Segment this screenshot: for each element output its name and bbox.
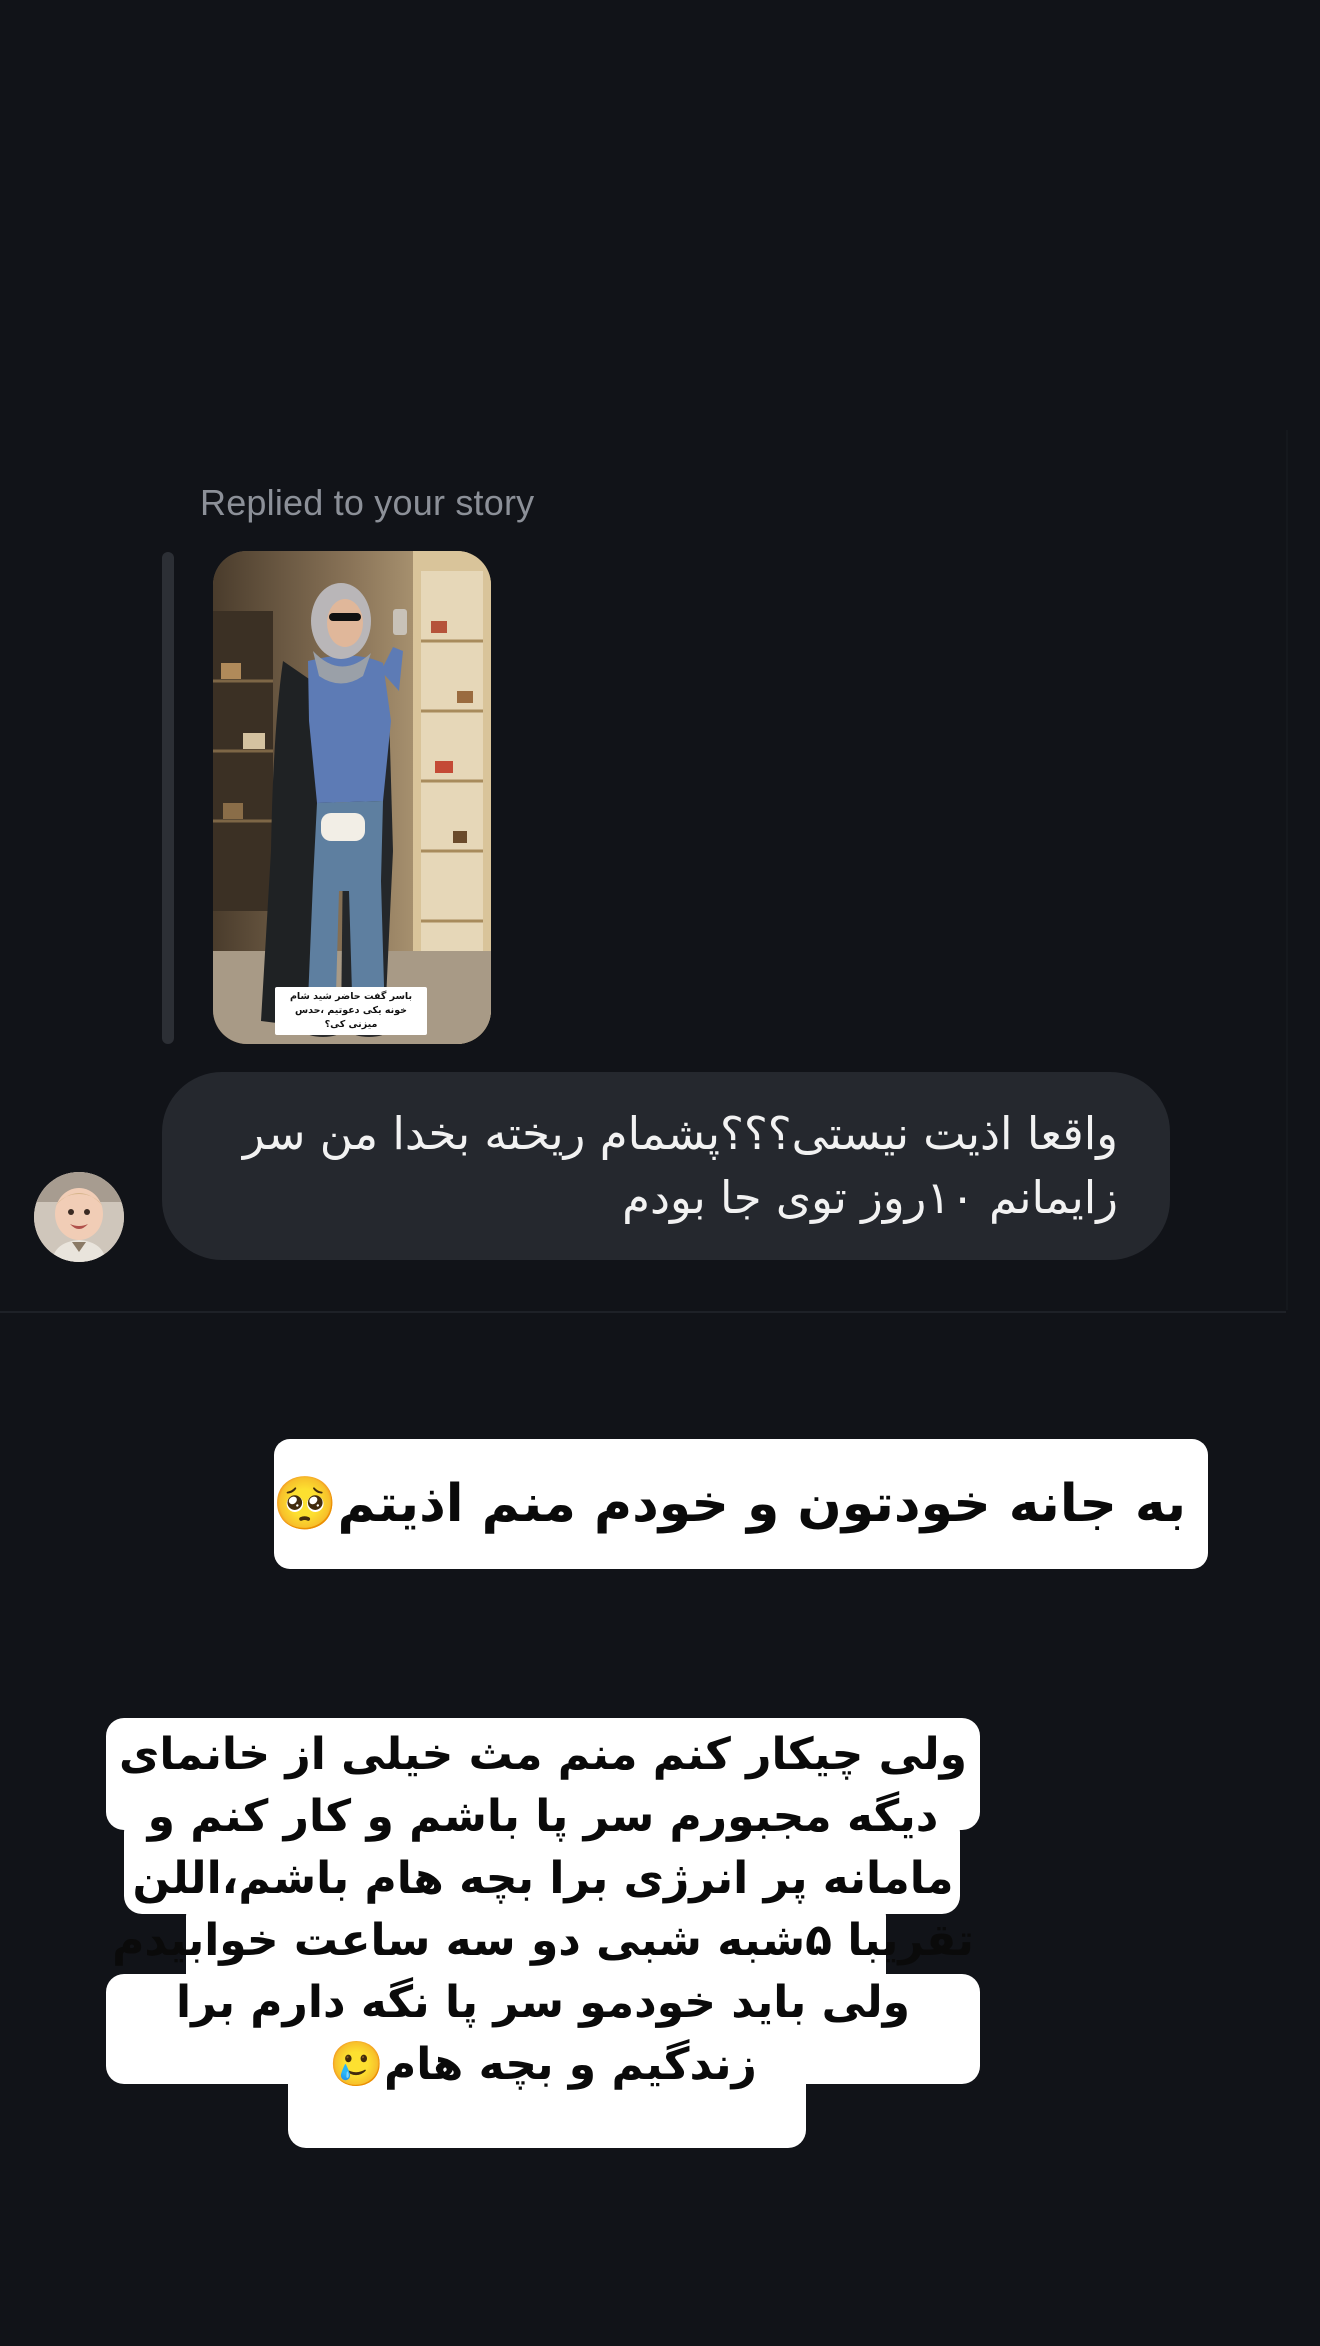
story-photo [213,551,491,1044]
story-thumbnail[interactable]: باسر گفت حاضر شید شام خونه یکی دعوتیم ،ح… [213,551,491,1044]
dm-thread-screen: Replied to your story باسر گفت حاضر شید … [0,0,1320,2346]
text-sticker-first: به جانه خودتون و خودم منم اذیتم🥺 [272,1439,1208,1569]
section-divider [0,1311,1286,1313]
text-sticker-second-text: ولی چیکار کنم منم مث خیلی از خانمای دیگه… [112,1729,974,2090]
story-caption: باسر گفت حاضر شید شام خونه یکی دعوتیم ،ح… [275,987,427,1035]
received-message-text: واقعا اذیت نیستی؟؟؟پشمام ریخته بخدا من س… [242,1107,1118,1224]
reply-quote-bar [162,552,174,1044]
received-message-bubble[interactable]: واقعا اذیت نیستی؟؟؟پشمام ریخته بخدا من س… [162,1072,1170,1260]
baby-avatar-icon [34,1172,124,1262]
panel-edge [1286,430,1288,1310]
text-sticker-second: ولی چیکار کنم منم مث خیلی از خانمای دیگه… [106,1718,980,2148]
text-sticker-first-text: به جانه خودتون و خودم منم اذیتم🥺 [272,1474,1186,1534]
replied-to-story-label: Replied to your story [200,482,535,523]
sender-avatar[interactable] [34,1172,124,1262]
